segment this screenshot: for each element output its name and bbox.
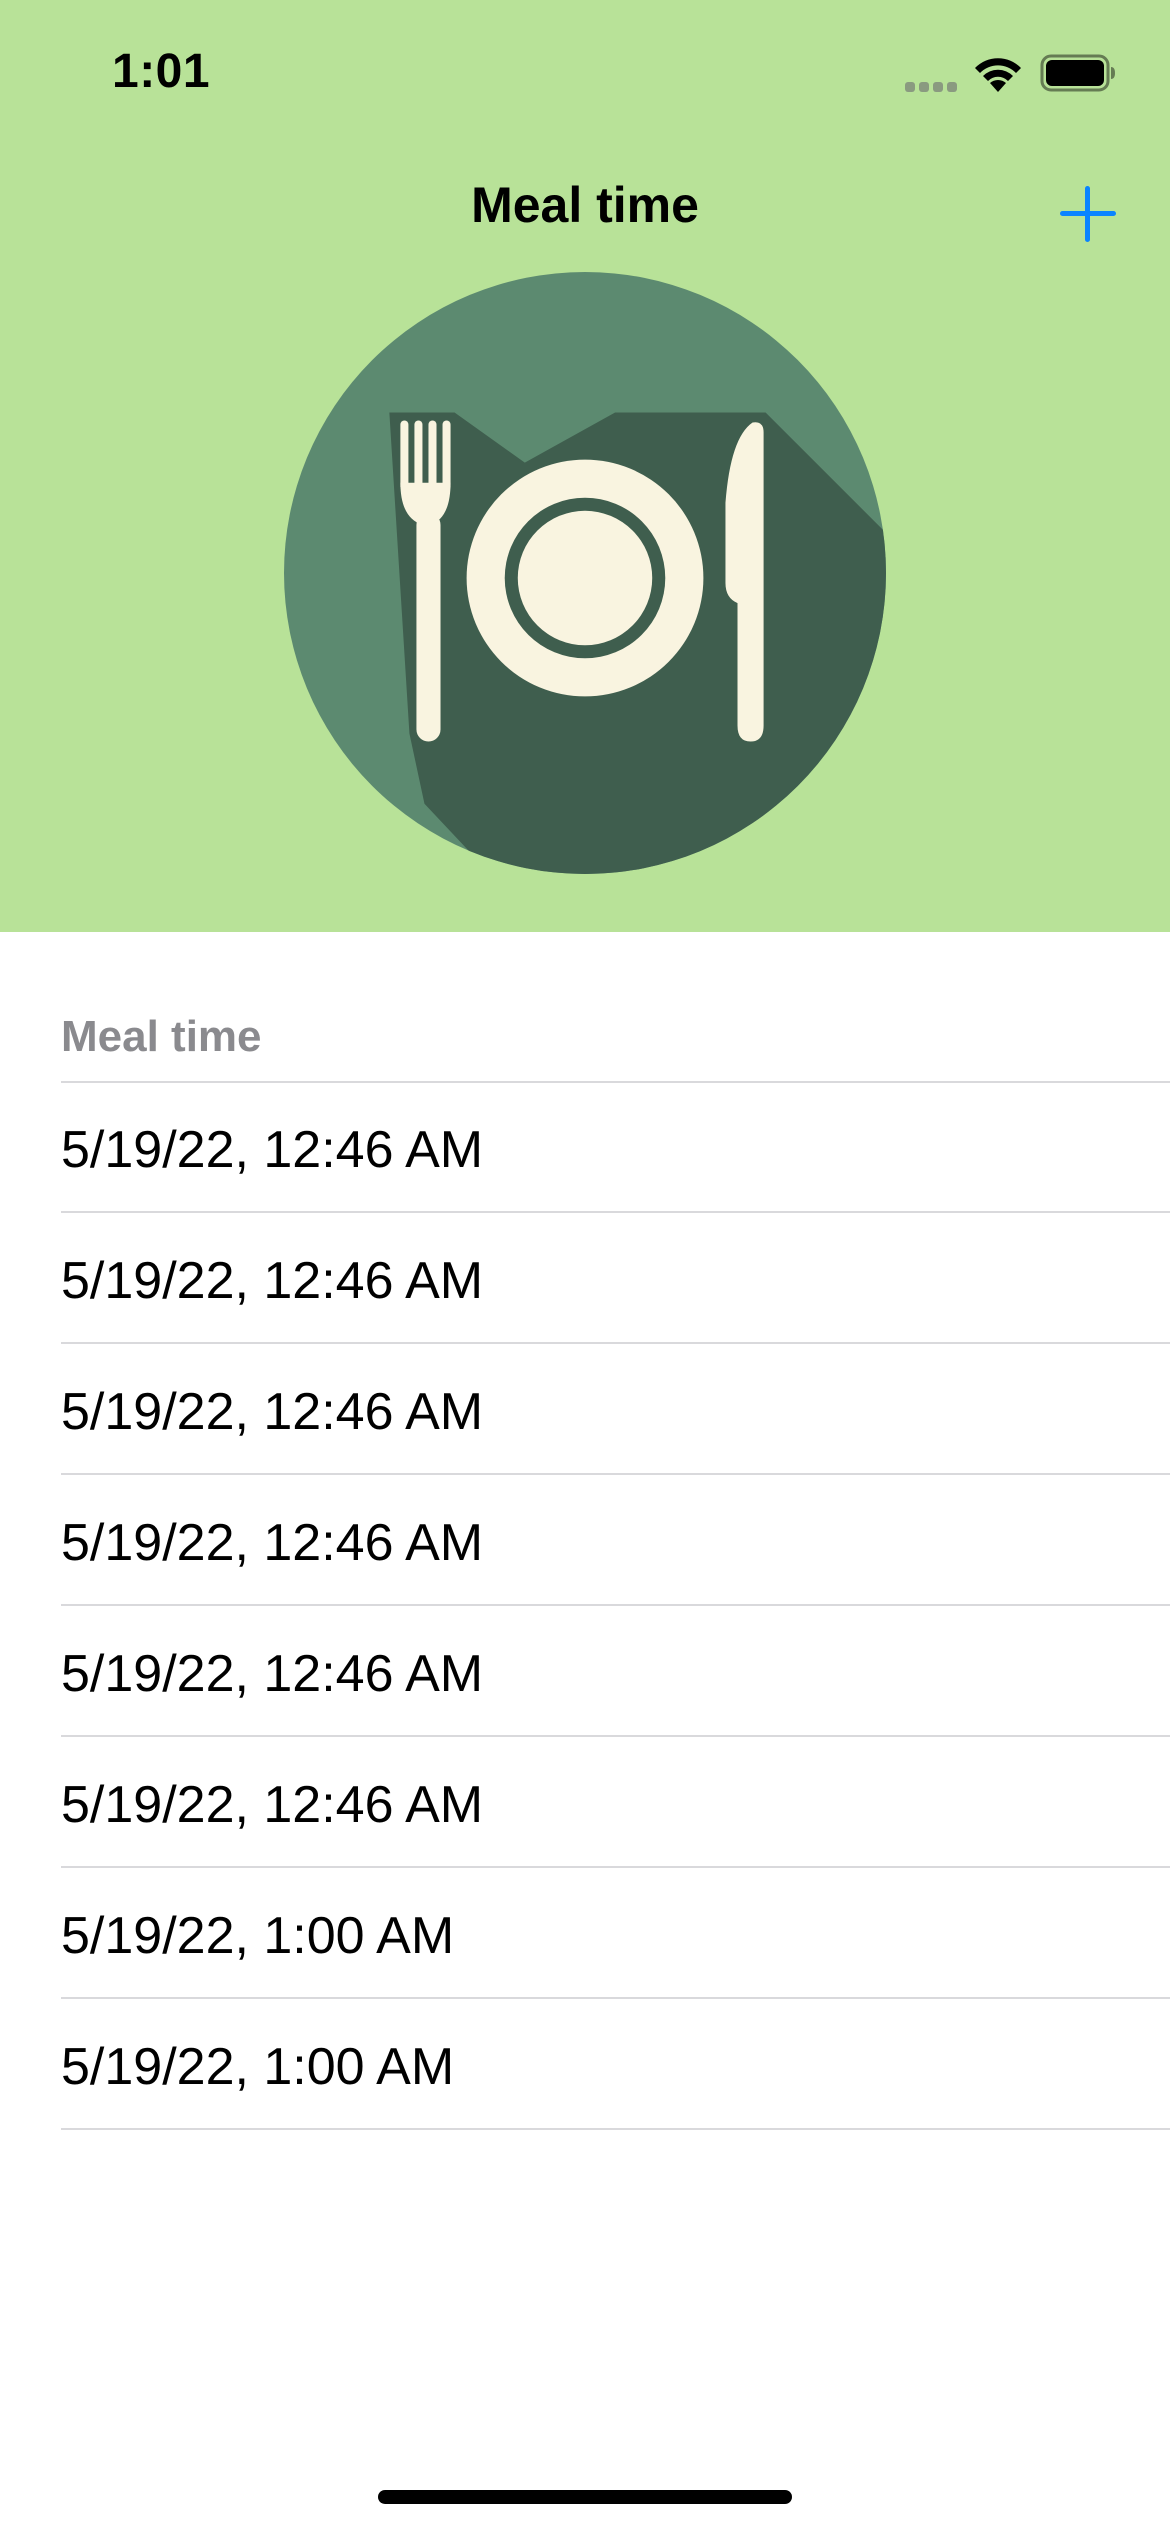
wifi-icon (975, 58, 1021, 92)
list-item-label: 5/19/22, 1:00 AM (61, 1907, 455, 1965)
list-item[interactable]: 5/19/22, 12:46 AM (0, 1606, 1170, 1737)
list-item[interactable]: 5/19/22, 12:46 AM (0, 1344, 1170, 1475)
page-title: Meal time (471, 177, 699, 233)
cellular-signal-icon (905, 82, 957, 92)
list-item-label: 5/19/22, 12:46 AM (61, 1383, 484, 1441)
list-item-label: 5/19/22, 12:46 AM (61, 1121, 484, 1179)
plate-fork-knife-icon (284, 272, 886, 874)
section-header: Meal time (61, 1012, 262, 1061)
list-item[interactable]: 5/19/22, 12:46 AM (0, 1213, 1170, 1344)
home-indicator[interactable] (378, 2490, 792, 2504)
list-item-label: 5/19/22, 12:46 AM (61, 1514, 484, 1572)
meal-time-list: 5/19/22, 12:46 AM 5/19/22, 12:46 AM 5/19… (0, 1082, 1170, 2130)
list-divider (61, 2128, 1170, 2130)
meal-time-screen: 1:01 Meal time Meal time 5/19/22, 12:46 … (0, 0, 1170, 2532)
list-item[interactable]: 5/19/22, 1:00 AM (0, 1868, 1170, 1999)
header-banner: 1:01 Meal time (0, 0, 1170, 932)
status-bar: 1:01 (0, 0, 1170, 150)
list-item[interactable]: 5/19/22, 12:46 AM (0, 1475, 1170, 1606)
list-item-label: 5/19/22, 12:46 AM (61, 1252, 484, 1310)
add-button[interactable] (1054, 180, 1122, 248)
list-item[interactable]: 5/19/22, 12:46 AM (0, 1737, 1170, 1868)
battery-icon (1040, 54, 1115, 92)
list-item-label: 5/19/22, 12:46 AM (61, 1645, 484, 1703)
status-time: 1:01 (112, 45, 211, 98)
plus-icon (1060, 186, 1116, 242)
list-item[interactable]: 5/19/22, 1:00 AM (0, 1999, 1170, 2130)
list-item-label: 5/19/22, 1:00 AM (61, 2038, 455, 2096)
list-item-label: 5/19/22, 12:46 AM (61, 1776, 484, 1834)
list-item[interactable]: 5/19/22, 12:46 AM (0, 1082, 1170, 1213)
